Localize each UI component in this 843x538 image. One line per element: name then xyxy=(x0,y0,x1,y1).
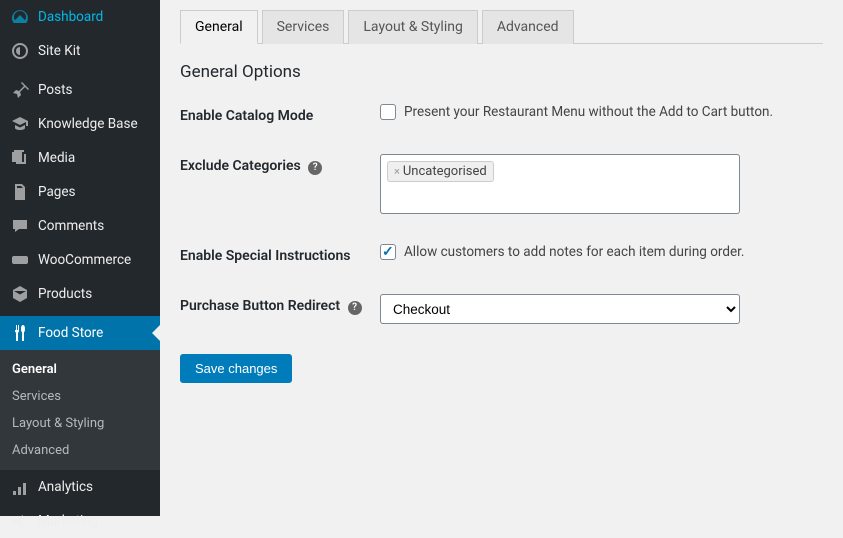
help-icon[interactable]: ? xyxy=(308,161,322,175)
purchase-redirect-select[interactable]: Checkout xyxy=(380,294,740,324)
special-instructions-desc: Allow customers to add notes for each it… xyxy=(404,244,744,260)
sidebar-item-label: Analytics xyxy=(38,479,93,495)
sidebar-item-label: Marketing xyxy=(38,513,98,529)
sidebar-item-label: Food Store xyxy=(38,325,103,341)
sidebar-item-site-kit[interactable]: Site Kit xyxy=(0,34,160,68)
exclude-categories-label: Exclude Categories ? xyxy=(180,154,380,175)
analytics-icon xyxy=(10,477,30,497)
exclude-categories-input[interactable]: ×Uncategorised xyxy=(380,154,740,214)
special-instructions-label: Enable Special Instructions xyxy=(180,244,380,264)
sidebar-item-analytics[interactable]: Analytics xyxy=(0,470,160,504)
sidebar-item-label: WooCommerce xyxy=(38,252,131,268)
tab-layout-styling[interactable]: Layout & Styling xyxy=(348,10,477,44)
woo-icon xyxy=(10,250,30,270)
tag-label: Uncategorised xyxy=(403,164,487,179)
sidebar-submenu: GeneralServicesLayout & StylingAdvanced xyxy=(0,350,160,470)
sidebar-item-label: Dashboard xyxy=(38,9,103,25)
catalog-mode-checkbox[interactable] xyxy=(380,104,396,120)
sidebar-item-label: Comments xyxy=(38,218,104,234)
tab-services[interactable]: Services xyxy=(262,10,345,44)
media-icon xyxy=(10,148,30,168)
sidebar-item-marketing[interactable]: Marketing xyxy=(0,504,160,538)
cap-icon xyxy=(10,114,30,134)
section-heading: General Options xyxy=(180,62,823,82)
sidebar-item-products[interactable]: Products xyxy=(0,277,160,311)
comments-icon xyxy=(10,216,30,236)
sidebar-item-label: Posts xyxy=(38,82,72,98)
sidebar-item-media[interactable]: Media xyxy=(0,141,160,175)
marketing-icon xyxy=(10,511,30,531)
sidebar-item-woocommerce[interactable]: WooCommerce xyxy=(0,243,160,277)
sidebar-item-dashboard[interactable]: Dashboard xyxy=(0,0,160,34)
sidebar-item-pages[interactable]: Pages xyxy=(0,175,160,209)
dashboard-icon xyxy=(10,7,30,27)
purchase-redirect-label: Purchase Button Redirect ? xyxy=(180,294,380,315)
products-icon xyxy=(10,284,30,304)
submenu-item-services[interactable]: Services xyxy=(0,383,160,410)
sidebar-item-food-store[interactable]: Food Store xyxy=(0,316,160,350)
category-tag: ×Uncategorised xyxy=(387,161,494,182)
sidebar-item-label: Media xyxy=(38,150,75,166)
sidebar-item-comments[interactable]: Comments xyxy=(0,209,160,243)
save-changes-button[interactable]: Save changes xyxy=(180,354,292,383)
sidebar-item-label: Site Kit xyxy=(38,43,80,59)
remove-tag-icon[interactable]: × xyxy=(394,165,400,178)
tab-general[interactable]: General xyxy=(180,10,258,44)
sidebar-item-posts[interactable]: Posts xyxy=(0,73,160,107)
admin-sidebar: Dashboard Site Kit Posts Knowledge Base Medi… xyxy=(0,0,160,516)
food-icon xyxy=(10,323,30,343)
sidebar-item-label: Knowledge Base xyxy=(38,116,138,132)
sidebar-item-label: Products xyxy=(38,286,92,302)
tab-advanced[interactable]: Advanced xyxy=(482,10,574,44)
sidebar-item-label: Pages xyxy=(38,184,76,200)
main-content: GeneralServicesLayout & StylingAdvanced … xyxy=(160,0,843,516)
special-instructions-checkbox[interactable] xyxy=(380,244,396,260)
submenu-item-general[interactable]: General xyxy=(0,356,160,383)
submenu-item-advanced[interactable]: Advanced xyxy=(0,437,160,464)
sitekit-icon xyxy=(10,41,30,61)
settings-tabs: GeneralServicesLayout & StylingAdvanced xyxy=(180,10,823,44)
submenu-item-layout-styling[interactable]: Layout & Styling xyxy=(0,410,160,437)
sidebar-item-knowledge-base[interactable]: Knowledge Base xyxy=(0,107,160,141)
help-icon[interactable]: ? xyxy=(348,301,362,315)
catalog-mode-label: Enable Catalog Mode xyxy=(180,104,380,124)
pin-icon xyxy=(10,80,30,100)
catalog-mode-desc: Present your Restaurant Menu without the… xyxy=(404,104,773,120)
pages-icon xyxy=(10,182,30,202)
